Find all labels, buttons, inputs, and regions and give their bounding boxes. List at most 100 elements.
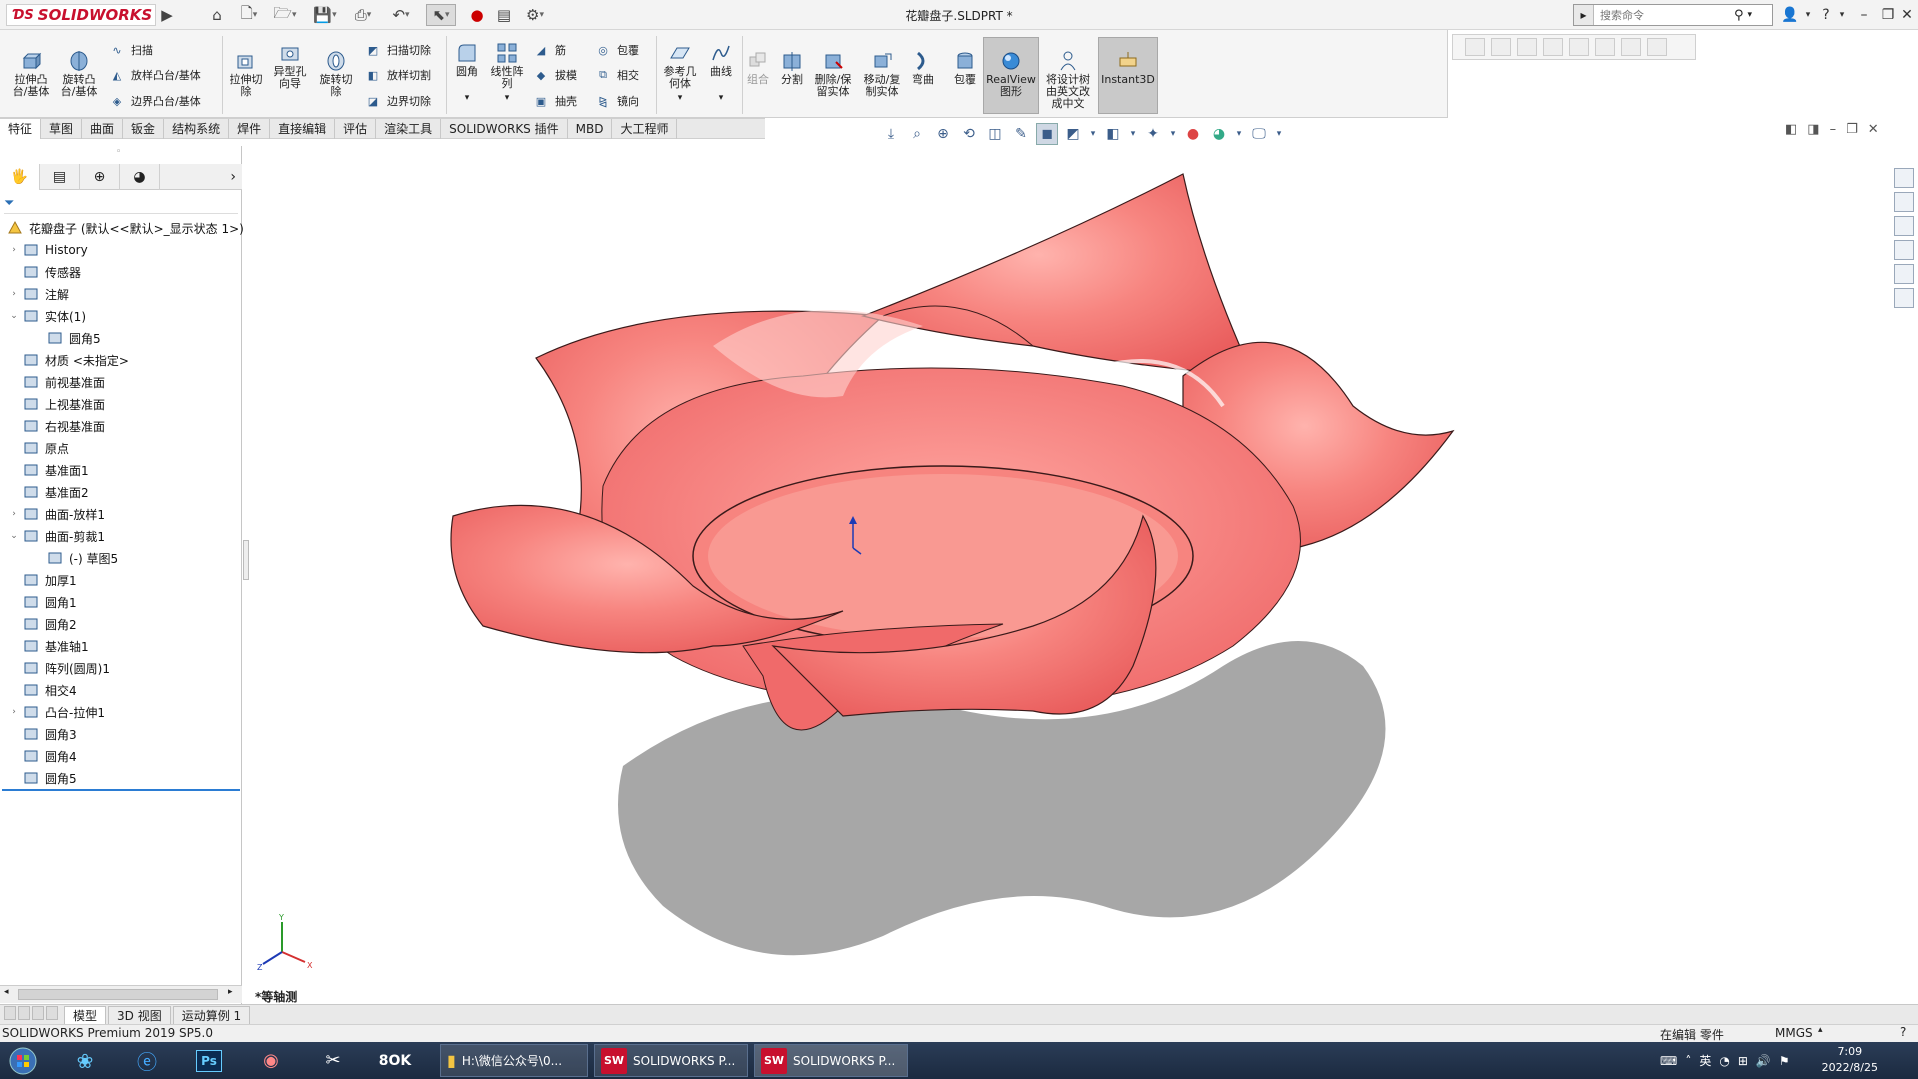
lofted-cut-button[interactable]: ◧ 放样切割 xyxy=(364,65,431,85)
expand-toggle-icon[interactable]: ⌄ xyxy=(8,531,20,541)
chevron-up-icon[interactable]: ▴ xyxy=(1818,1025,1823,1035)
tab-scroll-buttons[interactable] xyxy=(0,1005,64,1024)
curves-button[interactable]: 曲线 ▾ xyxy=(704,42,738,104)
delete-keep-body-button[interactable]: 删除/保 留实体 xyxy=(812,50,854,98)
combine-button[interactable]: 组合 xyxy=(744,50,772,86)
tab-motion-study[interactable]: 运动算例 1 xyxy=(172,1005,251,1024)
status-help-icon[interactable]: ? xyxy=(1900,1025,1906,1039)
feature-tree-item[interactable]: 圆角3 xyxy=(8,723,77,745)
zoom-to-fit-icon[interactable]: ⌕ xyxy=(906,123,928,145)
feature-tree-item[interactable]: 圆角5 xyxy=(8,767,77,789)
chevron-down-icon[interactable]: ▾ xyxy=(1274,123,1284,145)
edit-appearance-icon[interactable]: ◧ xyxy=(1102,123,1124,145)
chevron-right-icon[interactable]: › xyxy=(160,164,242,190)
rib-button[interactable]: ◢ 筋 xyxy=(532,40,566,60)
feature-tree-item[interactable]: › 凸台-拉伸1 xyxy=(8,701,105,723)
feature-tree-item[interactable]: 基准轴1 xyxy=(8,635,89,657)
taskbar-app-icon[interactable]: ◉ xyxy=(254,1044,288,1077)
tab-features[interactable]: 特征 xyxy=(0,119,42,139)
grayed-tool-icon[interactable] xyxy=(1543,38,1563,56)
sweep-button[interactable]: ∿ 扫描 xyxy=(108,40,153,60)
tab-render-tools[interactable]: 渲染工具 xyxy=(376,119,442,139)
feature-tree-hscroll[interactable]: ◂ ▸ xyxy=(0,985,242,1003)
grayed-tool-icon[interactable] xyxy=(1621,38,1641,56)
display-manager-tab-icon[interactable]: ◕ xyxy=(120,164,160,190)
feature-tree-item[interactable]: 圆角4 xyxy=(8,745,77,767)
feature-tree-item[interactable]: 原点 xyxy=(8,437,69,459)
chevron-down-icon[interactable]: ▾ xyxy=(465,92,470,104)
section-view-icon[interactable]: ◫ xyxy=(984,123,1006,145)
viewport-right-icon[interactable]: ◨ xyxy=(1807,122,1819,137)
viewport-minimize-button[interactable]: – xyxy=(1830,122,1837,137)
chevron-down-icon[interactable]: ▾ xyxy=(1128,123,1138,145)
taskbar-app-icon[interactable]: 8OK xyxy=(378,1044,412,1077)
rollback-bar[interactable] xyxy=(2,789,240,791)
viewport-left-icon[interactable]: ◧ xyxy=(1785,122,1797,137)
feature-tree-item[interactable]: 前视基准面 xyxy=(8,371,105,393)
ime-icon[interactable]: 英 xyxy=(1699,1052,1711,1069)
tab-addins[interactable]: SOLIDWORKS 插件 xyxy=(441,119,568,139)
tab-mbd[interactable]: MBD xyxy=(568,119,613,139)
fillet-button[interactable]: 圆角 ▾ xyxy=(450,42,484,104)
network-icon[interactable]: ⊞ xyxy=(1738,1054,1748,1068)
help-icon[interactable]: ? xyxy=(1814,4,1838,26)
apply-scene-icon[interactable]: ✦ xyxy=(1142,123,1164,145)
appearances-icon[interactable] xyxy=(1894,264,1914,284)
expand-toggle-icon[interactable]: › xyxy=(8,509,20,519)
feature-tree-item[interactable]: 圆角5 xyxy=(32,327,101,349)
move-copy-body-button[interactable]: 移动/复 制实体 xyxy=(860,50,904,98)
chevron-down-icon[interactable]: ▾ xyxy=(1168,123,1178,145)
view-orientation-icon[interactable]: ⤓ xyxy=(880,123,902,145)
expand-toggle-icon[interactable]: ⌄ xyxy=(8,311,20,321)
wrap-button[interactable]: ◎ 包覆 xyxy=(594,40,639,60)
intersect-button[interactable]: ⧉ 相交 xyxy=(594,65,639,85)
user-icon[interactable]: 👤 xyxy=(1778,4,1802,26)
feature-tree-item[interactable]: ⌄ 实体(1) xyxy=(8,305,86,327)
flag-icon[interactable]: ⚑ xyxy=(1779,1054,1790,1068)
search-icon[interactable]: ⚲ xyxy=(1734,8,1744,23)
instant3d-button[interactable]: Instant3D xyxy=(1098,37,1158,114)
keyboard-icon[interactable]: ⌨ xyxy=(1660,1054,1677,1068)
ie-browser-icon[interactable]: ⓔ xyxy=(130,1044,164,1077)
swept-cut-button[interactable]: ◩ 扫描切除 xyxy=(364,40,431,60)
property-manager-tab-icon[interactable]: ▤ xyxy=(40,164,80,190)
tray-app-icon[interactable]: ◔ xyxy=(1719,1054,1729,1068)
grayed-tool-icon[interactable] xyxy=(1491,38,1511,56)
feature-tree-item[interactable]: › 注解 xyxy=(8,283,69,305)
feature-tree-item[interactable]: 材质 <未指定> xyxy=(8,349,129,371)
realview-graphics-button[interactable]: RealView 图形 xyxy=(983,37,1039,114)
chevron-down-icon[interactable]: ▾ xyxy=(1088,123,1098,145)
restore-button[interactable]: ❐ xyxy=(1876,4,1900,26)
flex-button[interactable]: 弯曲 xyxy=(908,50,938,86)
tab-sheet-metal[interactable]: 钣金 xyxy=(123,119,165,139)
hole-wizard-button[interactable]: 异型孔 向导 xyxy=(270,42,310,90)
grayed-tool-icon[interactable] xyxy=(1647,38,1667,56)
extrude-cut-button[interactable]: 拉伸切 除 xyxy=(226,50,266,98)
taskbar-app-icon[interactable]: ❀ xyxy=(68,1044,102,1077)
appearance-icon[interactable]: ● xyxy=(1182,123,1204,145)
feature-tree-item[interactable]: 圆角1 xyxy=(8,591,77,613)
unit-system[interactable]: MMGS xyxy=(1775,1026,1813,1040)
feature-tree-tab-icon[interactable]: 🖐 xyxy=(0,164,40,190)
scroll-right-icon[interactable]: ▸ xyxy=(228,987,233,997)
grayed-tool-icon[interactable] xyxy=(1569,38,1589,56)
feature-tree-item[interactable]: 基准面2 xyxy=(8,481,89,503)
display-style-icon[interactable]: ◼ xyxy=(1036,123,1058,145)
chevron-down-icon[interactable]: ▾ xyxy=(719,92,724,104)
tab-surfaces[interactable]: 曲面 xyxy=(82,119,124,139)
extrude-boss-button[interactable]: 拉伸凸 台/基体 xyxy=(10,50,52,98)
scroll-left-icon[interactable]: ◂ xyxy=(4,987,9,997)
custom-properties-icon[interactable] xyxy=(1894,288,1914,308)
volume-icon[interactable]: 🔊 xyxy=(1756,1054,1771,1068)
draft-button[interactable]: ◆ 拔模 xyxy=(532,65,577,85)
tray-chevron-icon[interactable]: ˄ xyxy=(1685,1054,1691,1068)
chevron-down-icon[interactable]: ▾ xyxy=(1234,123,1244,145)
solidworks-resources-icon[interactable] xyxy=(1894,168,1914,188)
translate-tree-button[interactable]: 将设计树 由英文改 成中文 xyxy=(1040,50,1096,110)
tab-sketch[interactable]: 草图 xyxy=(41,119,83,139)
command-search-icon[interactable]: ▸ xyxy=(1574,5,1594,25)
taskbar-folder-window[interactable]: ▮ H:\微信公众号\0... xyxy=(440,1044,588,1077)
taskbar-solidworks-2[interactable]: SW SOLIDWORKS P... xyxy=(754,1044,908,1077)
tab-weldments[interactable]: 焊件 xyxy=(229,119,271,139)
tree-root[interactable]: 花瓣盘子 (默认<<默认>_显示状态 1>) xyxy=(4,217,244,239)
